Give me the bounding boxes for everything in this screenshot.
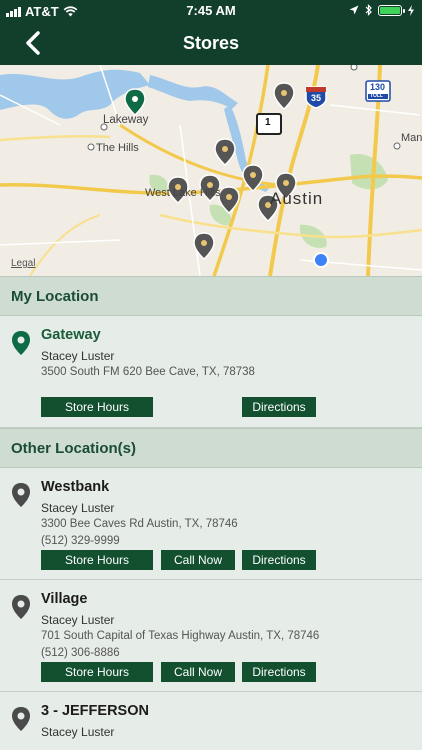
directions-button[interactable]: Directions [242,662,316,682]
store-card-village[interactable]: Village Stacey Luster 701 South Capital … [0,580,422,692]
lake-shape [148,75,238,109]
store-card-gateway[interactable]: Gateway Stacey Luster 3500 South FM 620 … [0,316,422,428]
store-phone[interactable]: (512) 329-9999 [41,535,120,547]
section-label: Other Location(s) [11,440,137,457]
store-contact: Stacey Luster [41,501,115,515]
road [0,134,111,142]
map-label-the-hills: The Hills [96,142,139,154]
store-hours-button[interactable]: Store Hours [41,662,153,682]
map-pin-active[interactable] [124,88,146,117]
map-label-toll: TOLL [370,93,383,99]
town-dot [350,65,358,71]
call-now-button[interactable]: Call Now [161,550,235,570]
map-label-austin: Austin [270,189,324,208]
town-dot [393,142,401,150]
town-dot [87,143,95,151]
store-map[interactable]: Lakeway The Hills West Lake Hills Austin… [0,65,422,276]
section-my-location: My Location [0,276,422,316]
map-canvas [0,65,422,276]
store-hours-button[interactable]: Store Hours [41,550,153,570]
store-name: Westbank [41,479,110,495]
map-pin-icon [12,483,30,507]
store-contact: Stacey Luster [41,725,115,739]
map-legal-link[interactable]: Legal [11,258,35,269]
location-arrow-icon [349,5,359,15]
park-shape [350,154,388,190]
store-address: 701 South Capital of Texas Highway Austi… [41,630,320,642]
section-label: My Location [11,288,99,305]
map-label-manor: Man [401,132,422,144]
directions-button[interactable]: Directions [242,397,316,417]
store-hours-button[interactable]: Store Hours [41,397,153,417]
top-bar: AT&T 7:45 AM Stores [0,0,422,65]
directions-button[interactable]: Directions [242,550,316,570]
bluetooth-icon [365,4,372,16]
map-label-lakeway: Lakeway [103,114,149,126]
store-name: Village [41,591,88,607]
store-card-jefferson[interactable]: 3 - JEFFERSON Stacey Luster [0,692,422,750]
store-address: 3300 Bee Caves Rd Austin, TX, 78746 [41,518,238,530]
map-label-hwy1: 1 [265,117,271,128]
road [29,214,101,276]
map-label-hwy35: 35 [311,93,322,103]
map-pin[interactable] [214,138,236,167]
current-location-icon [313,252,329,268]
status-bar: AT&T 7:45 AM [0,0,422,22]
page-title: Stores [182,33,240,53]
store-address: 3500 South FM 620 Bee Cave, TX, 78738 [41,366,255,378]
map-label-westlake: West Lake Hills [145,187,221,199]
map-pin-icon [12,595,30,619]
store-name: 3 - JEFFERSON [41,703,149,719]
map-pin-icon [12,331,30,355]
store-name: Gateway [41,327,101,343]
store-phone[interactable]: (512) 306-8886 [41,647,120,659]
call-now-button[interactable]: Call Now [161,662,235,682]
map-pin-icon [12,707,30,731]
store-card-westbank[interactable]: Westbank Stacey Luster 3300 Bee Caves Rd… [0,468,422,580]
store-contact: Stacey Luster [41,613,115,627]
charging-icon [408,4,414,16]
section-other-locations: Other Location(s) [0,428,422,468]
battery-icon [378,4,405,16]
map-label-hwy130: 130 [370,82,386,92]
map-pin[interactable] [273,82,295,111]
store-contact: Stacey Luster [41,349,115,363]
